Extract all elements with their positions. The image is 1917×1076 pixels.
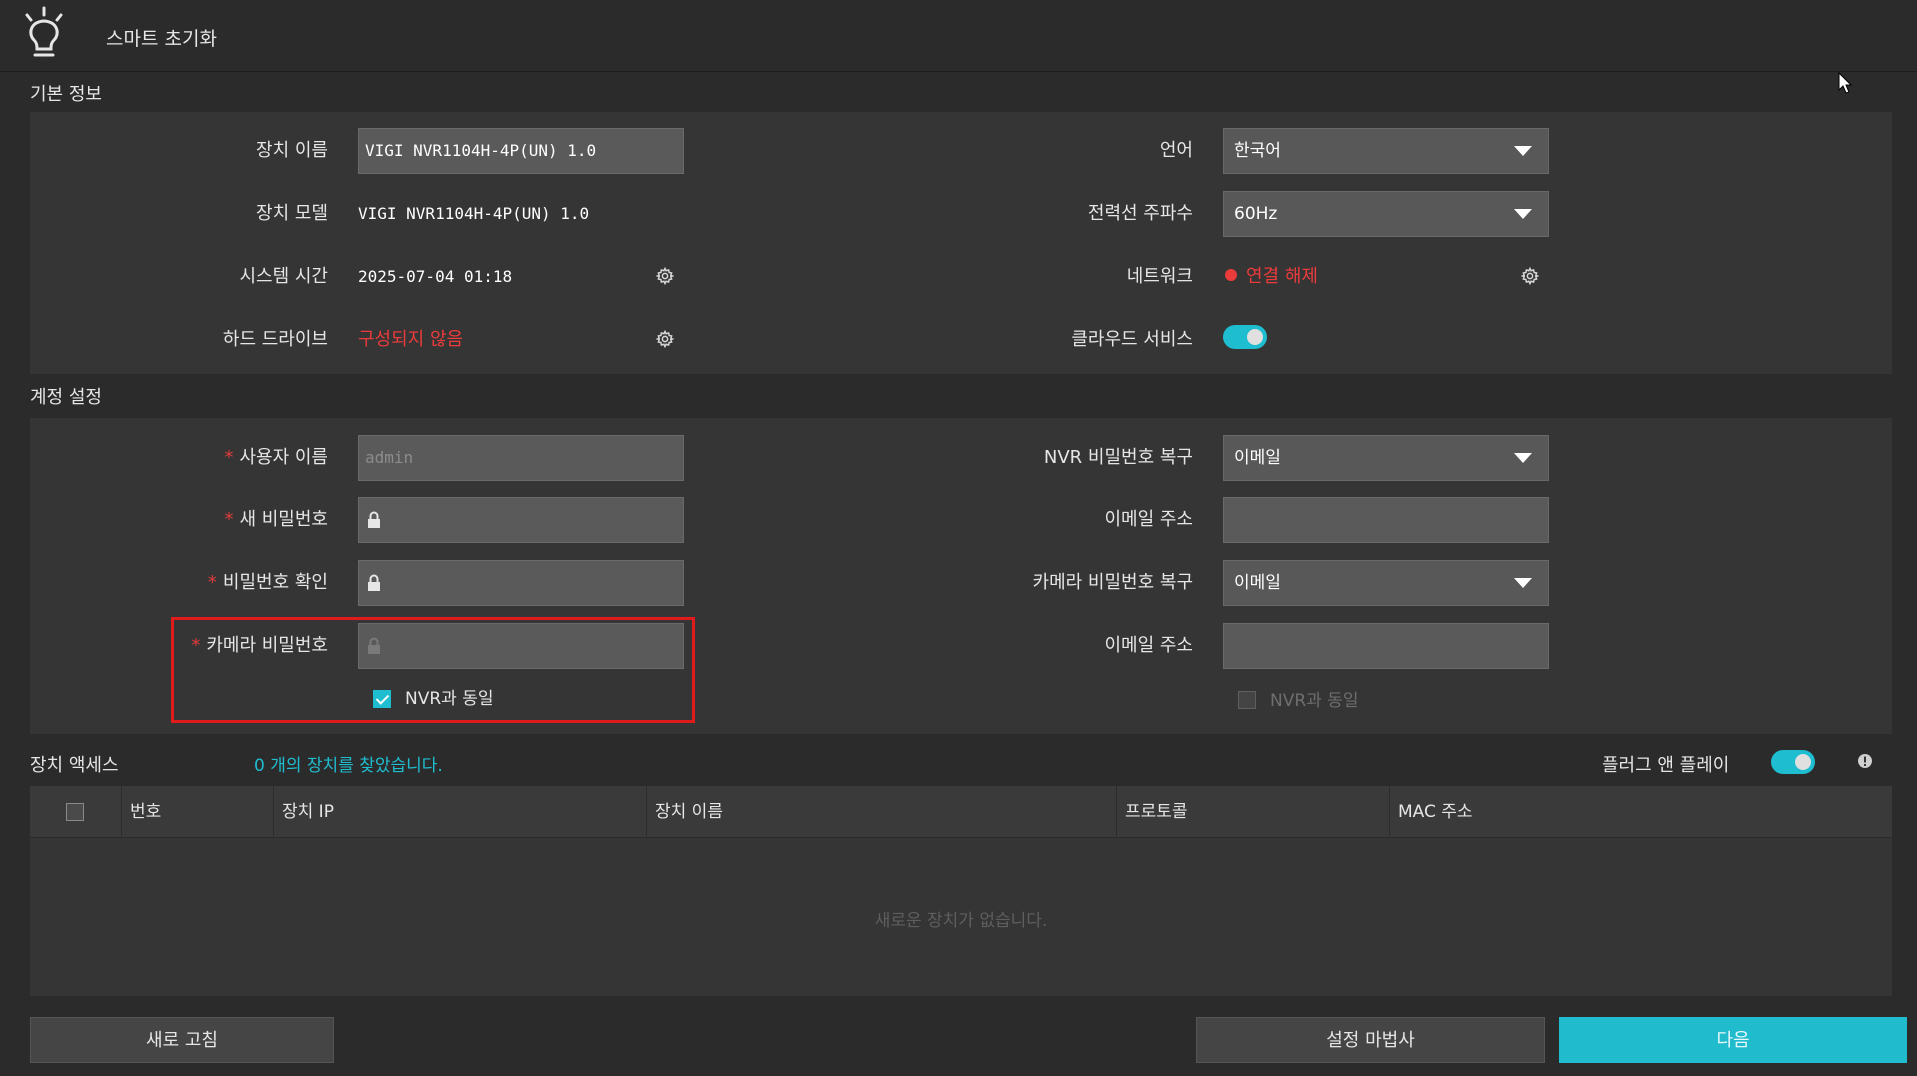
language-label: 언어 (1159, 140, 1193, 161)
language-select[interactable]: 한국어 (1223, 128, 1549, 174)
device-model-value: VIGI NVR1104H-4P(UN) 1.0 (358, 204, 590, 223)
same-as-nvr-checkbox[interactable] (373, 690, 391, 708)
device-table-header: 번호 장치 IP 장치 이름 프로토콜 MAC 주소 (30, 786, 1892, 838)
chevron-down-icon (1514, 209, 1532, 219)
next-button[interactable]: 다음 (1559, 1017, 1907, 1063)
select-all-checkbox[interactable] (66, 803, 84, 821)
chevron-down-icon (1514, 578, 1532, 588)
hard-drive-status: 구성되지 않음 (358, 329, 464, 350)
lock-icon (368, 574, 380, 591)
chevron-down-icon (1514, 453, 1532, 463)
devices-found-message: 0 개의 장치를 찾았습니다. (254, 756, 443, 776)
cloud-service-label: 클라우드 서비스 (1071, 329, 1193, 350)
new-password-label-text: 새 비밀번호 (239, 509, 328, 530)
mouse-cursor-icon (1838, 72, 1853, 94)
email-address-input[interactable] (1223, 497, 1549, 543)
lock-icon (368, 511, 380, 528)
device-model-label: 장치 모델 (256, 203, 328, 224)
network-label: 네트워크 (1126, 266, 1193, 287)
plug-and-play-label: 플러그 앤 플레이 (1602, 755, 1730, 776)
setup-wizard-button[interactable]: 설정 마법사 (1196, 1017, 1545, 1063)
device-access-title: 장치 액세스 (30, 755, 119, 776)
lock-icon (368, 637, 380, 654)
cloud-service-toggle[interactable] (1223, 325, 1267, 349)
nvr-recovery-select[interactable]: 이메일 (1223, 435, 1549, 481)
camera-password-input[interactable] (358, 623, 684, 669)
camera-recovery-label: 카메라 비밀번호 복구 (1032, 572, 1193, 593)
top-bar: 스마트 초기화 (0, 0, 1917, 72)
camera-email-address-label: 이메일 주소 (1104, 635, 1193, 656)
column-header-device-name[interactable]: 장치 이름 (647, 786, 1117, 838)
column-header-number[interactable]: 번호 (122, 786, 274, 838)
camera-password-label-text: 카메라 비밀번호 (206, 635, 328, 656)
required-mark: * (224, 447, 234, 468)
device-name-input[interactable]: VIGI NVR1104H-4P(UN) 1.0 (358, 128, 684, 174)
refresh-button[interactable]: 새로 고침 (30, 1017, 334, 1063)
required-mark: * (191, 635, 201, 656)
same-as-nvr-label: NVR과 동일 (405, 689, 494, 709)
required-mark: * (207, 572, 217, 593)
column-header-protocol[interactable]: 프로토콜 (1117, 786, 1390, 838)
nvr-recovery-value: 이메일 (1234, 448, 1281, 468)
empty-table-message: 새로운 장치가 없습니다. (874, 911, 1048, 931)
camera-same-as-nvr-checkbox[interactable] (1238, 691, 1256, 709)
device-table-body: 새로운 장치가 없습니다. (30, 838, 1892, 996)
hard-drive-gear-icon[interactable] (656, 330, 674, 348)
username-label-text: 사용자 이름 (239, 447, 328, 468)
power-frequency-value: 60Hz (1234, 204, 1278, 224)
column-header-mac[interactable]: MAC 주소 (1390, 786, 1892, 838)
lightbulb-logo-icon (25, 6, 63, 57)
username-input[interactable]: admin (358, 435, 684, 481)
plug-and-play-toggle[interactable] (1771, 750, 1815, 774)
hard-drive-label: 하드 드라이브 (222, 329, 328, 350)
language-value: 한국어 (1234, 141, 1281, 161)
system-time-value: 2025-07-04 01:18 (358, 267, 513, 286)
confirm-password-label: * 비밀번호 확인 (28, 560, 328, 606)
camera-recovery-select[interactable]: 이메일 (1223, 560, 1549, 606)
nvr-recovery-label: NVR 비밀번호 복구 (1043, 447, 1193, 468)
bottom-bar: 새로 고침 설정 마법사 다음 (0, 996, 1917, 1076)
confirm-password-label-text: 비밀번호 확인 (222, 572, 328, 593)
required-mark: * (224, 509, 234, 530)
username-label: * 사용자 이름 (28, 435, 328, 481)
account-settings-title: 계정 설정 (30, 387, 102, 408)
app-title: 스마트 초기화 (106, 28, 217, 50)
select-all-cell (30, 786, 122, 838)
chevron-down-icon (1514, 146, 1532, 156)
network-gear-icon[interactable] (1521, 267, 1539, 285)
power-frequency-select[interactable]: 60Hz (1223, 191, 1549, 237)
network-status-dot-icon (1225, 269, 1237, 281)
info-icon[interactable] (1857, 753, 1873, 769)
system-time-gear-icon[interactable] (656, 267, 674, 285)
new-password-input[interactable] (358, 497, 684, 543)
network-status: 연결 해제 (1246, 266, 1318, 287)
camera-recovery-value: 이메일 (1234, 573, 1281, 593)
camera-password-label: * 카메라 비밀번호 (28, 623, 328, 669)
new-password-label: * 새 비밀번호 (28, 497, 328, 543)
system-time-label: 시스템 시간 (239, 266, 328, 287)
camera-same-as-nvr-label: NVR과 동일 (1270, 691, 1359, 711)
email-address-label: 이메일 주소 (1104, 509, 1193, 530)
column-header-device-ip[interactable]: 장치 IP (274, 786, 647, 838)
power-frequency-label: 전력선 주파수 (1087, 203, 1193, 224)
confirm-password-input[interactable] (358, 560, 684, 606)
camera-email-address-input[interactable] (1223, 623, 1549, 669)
basic-info-title: 기본 정보 (30, 84, 102, 105)
device-name-label: 장치 이름 (256, 140, 328, 161)
